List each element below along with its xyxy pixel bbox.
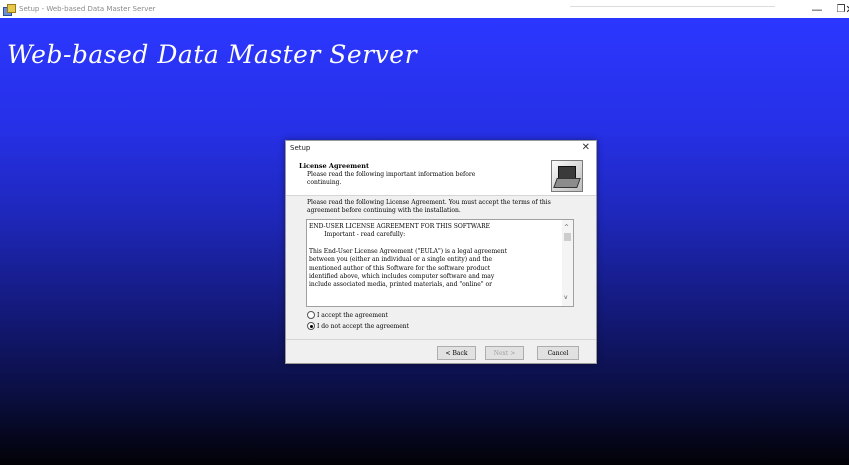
- window-titlebar: Setup - Web-based Data Master Server — ❐…: [0, 0, 849, 18]
- license-line: mentioned author of this Software for th…: [309, 264, 491, 272]
- dialog-header: License Agreement Please read the follow…: [286, 157, 596, 196]
- page-subtitle: Please read the following important info…: [307, 171, 476, 186]
- cancel-button[interactable]: Cancel: [537, 346, 579, 360]
- close-window-button[interactable]: ✕: [844, 0, 849, 18]
- scroll-up-icon[interactable]: ^: [564, 224, 569, 231]
- license-line: END-USER LICENSE AGREEMENT FOR THIS SOFT…: [309, 223, 491, 230]
- license-scrollbar[interactable]: ^ v: [562, 220, 573, 306]
- setup-wizard-icon: [551, 160, 583, 192]
- license-line: identified above, which includes compute…: [309, 273, 495, 281]
- back-button[interactable]: < Back: [437, 346, 476, 360]
- minimize-button[interactable]: —: [808, 0, 826, 18]
- banner-title: Web-based Data Master Server: [7, 40, 418, 69]
- setup-app-icon: [3, 3, 16, 16]
- accept-radio-label: I accept the agreement: [317, 311, 388, 319]
- button-separator: [286, 339, 596, 340]
- dialog-titlebar: Setup ✕: [286, 141, 596, 157]
- decline-agreement-option[interactable]: I do not accept the agreement: [307, 322, 409, 330]
- dialog-title: Setup: [290, 144, 311, 152]
- license-line: [309, 240, 554, 248]
- license-line: between you (either an individual or a s…: [309, 256, 493, 264]
- license-text-box[interactable]: END-USER LICENSE AGREEMENT FOR THIS SOFT…: [306, 219, 574, 307]
- accept-agreement-option[interactable]: I accept the agreement: [307, 311, 388, 319]
- license-line: This End-User License Agreement ("EULA")…: [309, 247, 507, 255]
- accept-radio[interactable]: [307, 311, 315, 319]
- decline-radio-label: I do not accept the agreement: [317, 322, 410, 330]
- license-line: include associated media, printed materi…: [309, 281, 492, 289]
- scroll-thumb[interactable]: [564, 233, 571, 241]
- page-title: License Agreement: [299, 162, 369, 170]
- setup-dialog: Setup ✕ License Agreement Please read th…: [285, 140, 597, 364]
- license-line: Important - read carefully:: [309, 231, 406, 239]
- next-button[interactable]: Next >: [485, 346, 524, 360]
- license-text: END-USER LICENSE AGREEMENT FOR THIS SOFT…: [309, 223, 554, 290]
- license-intro-text: Please read the following License Agreem…: [307, 199, 551, 214]
- decline-radio[interactable]: [307, 322, 315, 330]
- dialog-close-button[interactable]: ✕: [582, 142, 590, 153]
- scroll-down-icon[interactable]: v: [564, 294, 568, 301]
- window-title: Setup - Web-based Data Master Server: [19, 5, 156, 13]
- titlebar-divider: [570, 6, 775, 7]
